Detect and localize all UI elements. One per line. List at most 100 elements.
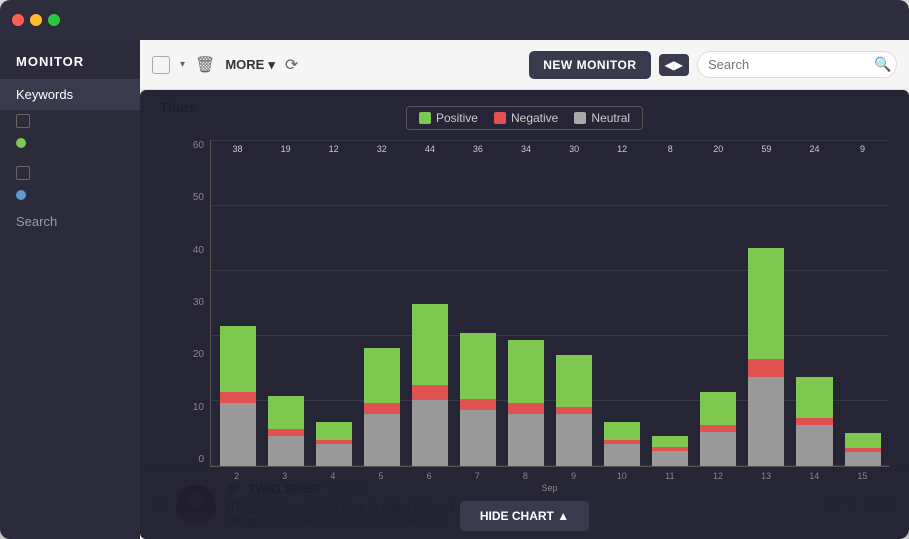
x-axis-label: 5 <box>358 471 403 481</box>
bar-value: 9 <box>860 144 865 154</box>
more-button[interactable]: MORE ▾ <box>225 57 275 73</box>
grid-line <box>211 140 889 141</box>
bar-positive-segment <box>796 377 832 418</box>
y-label-50: 50 <box>193 192 204 203</box>
bar-negative-segment <box>796 418 832 425</box>
y-axis: 60 50 40 30 20 10 0 <box>160 140 210 493</box>
bar-value: 12 <box>329 144 339 154</box>
bar-neutral-segment <box>508 414 544 466</box>
y-label-30: 30 <box>193 297 204 308</box>
positive-legend-icon <box>419 112 431 124</box>
nav-arrows[interactable]: ◀ ▶ <box>659 54 689 76</box>
bar-negative-segment <box>700 425 736 432</box>
more-chevron-icon: ▾ <box>268 57 275 73</box>
bar-group: 59 <box>744 160 789 466</box>
bar-negative-segment <box>556 407 592 414</box>
x-axis-label: 7 <box>455 471 500 481</box>
x-axis-label: 2 <box>214 471 259 481</box>
sidebar-checkbox-2[interactable] <box>16 166 30 180</box>
trash-icon[interactable]: 🗑 <box>195 55 215 75</box>
bar-value: 59 <box>761 144 771 154</box>
bar-group: 44 <box>407 160 452 466</box>
bar-positive-segment <box>652 436 688 447</box>
bar-value: 20 <box>713 144 723 154</box>
bar-neutral-segment <box>700 432 736 466</box>
more-label: MORE <box>225 57 264 72</box>
sidebar-dot-row-1 <box>0 132 140 154</box>
bar-negative-segment <box>268 429 304 436</box>
y-label-10: 10 <box>193 402 204 413</box>
search-bar: 🔍 <box>697 51 897 78</box>
x-axis-label: 8 <box>503 471 548 481</box>
sidebar-item-search[interactable]: Search <box>0 206 140 237</box>
bar-positive-segment <box>748 248 784 359</box>
bar-neutral-segment <box>316 444 352 466</box>
bar-value: 12 <box>617 144 627 154</box>
maximize-button[interactable] <box>48 14 60 26</box>
x-sep-label: Sep <box>210 483 889 493</box>
bar-value: 34 <box>521 144 531 154</box>
bar-negative-segment <box>748 359 784 377</box>
app-window: MONITOR Keywords Search <box>0 0 909 539</box>
x-axis-label: 3 <box>262 471 307 481</box>
chart-inner: 38191232443634301282059249 2345678910111… <box>210 140 889 493</box>
legend-neutral: Neutral <box>574 111 630 125</box>
bar-value: 19 <box>281 144 291 154</box>
bar-group: 30 <box>552 160 597 466</box>
main-content: ▾ 🗑 MORE ▾ ⟳ NEW MONITOR ◀ ▶ <box>140 40 909 539</box>
chevron-down-icon[interactable]: ▾ <box>180 59 185 70</box>
x-axis-label: 14 <box>792 471 837 481</box>
x-axis-label: 12 <box>695 471 740 481</box>
dot-blue-icon <box>16 190 26 200</box>
select-all-checkbox[interactable] <box>152 56 170 74</box>
sidebar-item-keywords[interactable]: Keywords <box>0 79 140 110</box>
bar-positive-segment <box>268 396 304 429</box>
bar-value: 8 <box>668 144 673 154</box>
bar-value: 30 <box>569 144 579 154</box>
bar-negative-segment <box>220 392 256 403</box>
x-axis-label: 11 <box>647 471 692 481</box>
bar-group: 8 <box>648 160 693 466</box>
bar-negative-segment <box>460 399 496 410</box>
sidebar-checkbox-1[interactable] <box>16 114 30 128</box>
chart-overlay: Positive Negative Neutral <box>140 90 909 539</box>
sidebar: MONITOR Keywords Search <box>0 40 140 539</box>
bar-neutral-segment <box>556 414 592 466</box>
chart-container: 60 50 40 30 20 10 0 <box>160 140 889 493</box>
dot-green-icon <box>16 138 26 148</box>
search-input[interactable] <box>708 57 868 72</box>
toolbar: ▾ 🗑 MORE ▾ ⟳ NEW MONITOR ◀ ▶ <box>140 40 909 90</box>
bar-neutral-segment <box>845 452 881 466</box>
bar-negative-segment <box>364 403 400 414</box>
toolbar-right: NEW MONITOR ◀ ▶ 🔍 <box>529 51 897 79</box>
search-icon[interactable]: 🔍 <box>874 56 891 73</box>
bar-positive-segment <box>604 422 640 440</box>
refresh-icon[interactable]: ⟳ <box>285 55 298 75</box>
bar-neutral-segment <box>604 444 640 466</box>
bar-group: 34 <box>503 160 548 466</box>
negative-legend-icon <box>494 112 506 124</box>
hide-chart-button[interactable]: HIDE CHART ▲ <box>460 501 589 531</box>
toolbar-left: ▾ 🗑 MORE ▾ ⟳ <box>152 55 517 75</box>
negative-label: Negative <box>511 111 558 125</box>
sidebar-header: MONITOR <box>0 40 140 79</box>
left-arrow-icon: ◀ <box>665 58 674 72</box>
minimize-button[interactable] <box>30 14 42 26</box>
close-button[interactable] <box>12 14 24 26</box>
bar-negative-segment <box>412 385 448 400</box>
right-arrow-icon: ▶ <box>674 58 683 72</box>
bar-group: 32 <box>359 160 404 466</box>
bar-group: 38 <box>215 160 260 466</box>
bar-group: 12 <box>600 160 645 466</box>
positive-label: Positive <box>436 111 478 125</box>
bar-neutral-segment <box>652 451 688 466</box>
new-monitor-button[interactable]: NEW MONITOR <box>529 51 650 79</box>
legend-negative: Negative <box>494 111 558 125</box>
traffic-lights <box>12 14 60 26</box>
neutral-label: Neutral <box>591 111 630 125</box>
sidebar-dot-row-2 <box>0 184 140 206</box>
bar-negative-segment <box>508 403 544 414</box>
bar-neutral-segment <box>364 414 400 466</box>
x-axis-label: 10 <box>599 471 644 481</box>
bar-neutral-segment <box>460 410 496 466</box>
